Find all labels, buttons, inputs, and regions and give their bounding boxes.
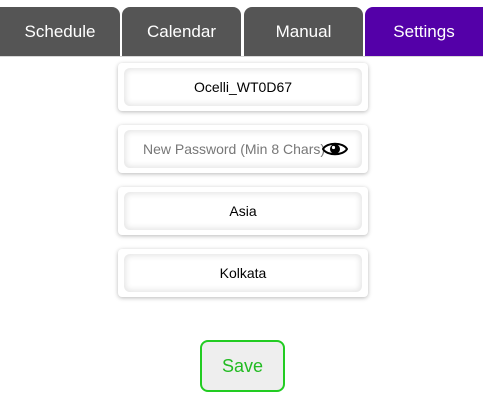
- save-button[interactable]: Save: [200, 340, 285, 392]
- region-card: Asia: [118, 187, 368, 235]
- tab-manual[interactable]: Manual: [244, 7, 363, 56]
- region-field[interactable]: Asia: [124, 192, 362, 230]
- tab-calendar[interactable]: Calendar: [122, 7, 241, 56]
- tab-schedule[interactable]: Schedule: [0, 7, 120, 56]
- city-field[interactable]: Kolkata: [124, 254, 362, 292]
- city-card: Kolkata: [118, 249, 368, 297]
- password-card: [118, 125, 368, 173]
- device-name-card: Ocelli_WT0D67: [118, 63, 368, 111]
- device-name-field[interactable]: Ocelli_WT0D67: [124, 68, 362, 106]
- eye-icon[interactable]: [322, 139, 348, 159]
- tab-settings[interactable]: Settings: [365, 7, 483, 56]
- tab-bar: Schedule Calendar Manual Settings: [0, 0, 483, 57]
